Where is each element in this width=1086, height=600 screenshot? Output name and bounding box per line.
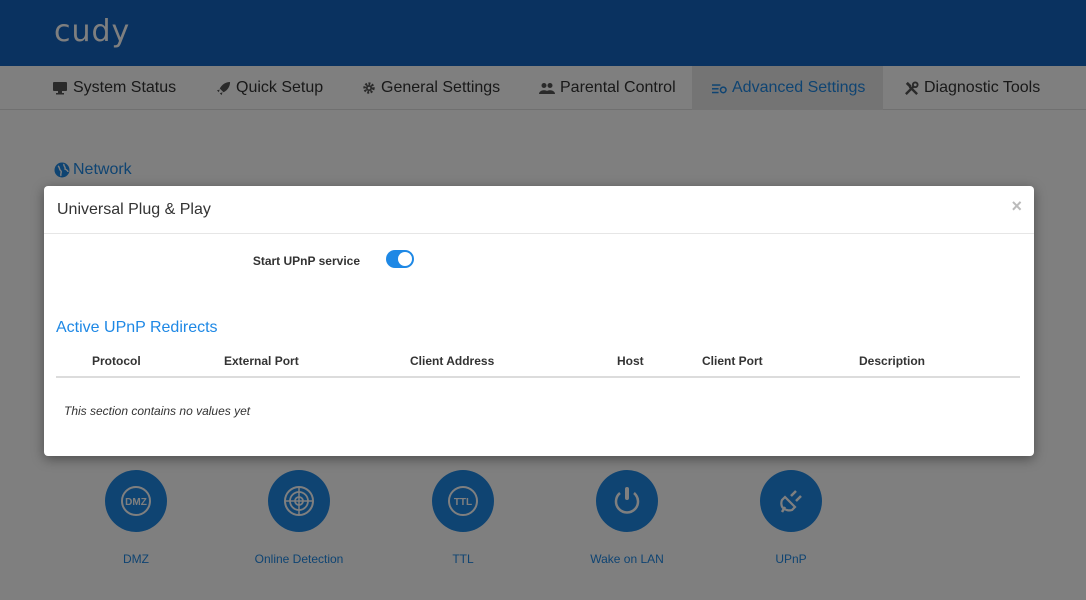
col-host: Host bbox=[617, 354, 644, 368]
col-client-port: Client Port bbox=[702, 354, 763, 368]
upnp-service-row: Start UPnP service bbox=[44, 248, 1034, 272]
col-protocol: Protocol bbox=[92, 354, 141, 368]
col-client-address: Client Address bbox=[410, 354, 495, 368]
col-external-port: External Port bbox=[224, 354, 299, 368]
modal-header: Universal Plug & Play × bbox=[44, 186, 1034, 234]
redirects-title: Active UPnP Redirects bbox=[56, 319, 218, 336]
empty-table-message: This section contains no values yet bbox=[64, 404, 251, 418]
start-upnp-toggle[interactable] bbox=[386, 250, 414, 268]
modal-title: Universal Plug & Play bbox=[57, 201, 211, 218]
toggle-knob bbox=[398, 252, 412, 266]
upnp-modal: Universal Plug & Play × Start UPnP servi… bbox=[44, 186, 1034, 456]
redirects-table-header: Protocol External Port Client Address Ho… bbox=[56, 348, 1020, 378]
col-description: Description bbox=[859, 354, 926, 368]
start-upnp-label: Start UPnP service bbox=[252, 254, 360, 268]
close-icon[interactable]: × bbox=[1011, 196, 1022, 217]
